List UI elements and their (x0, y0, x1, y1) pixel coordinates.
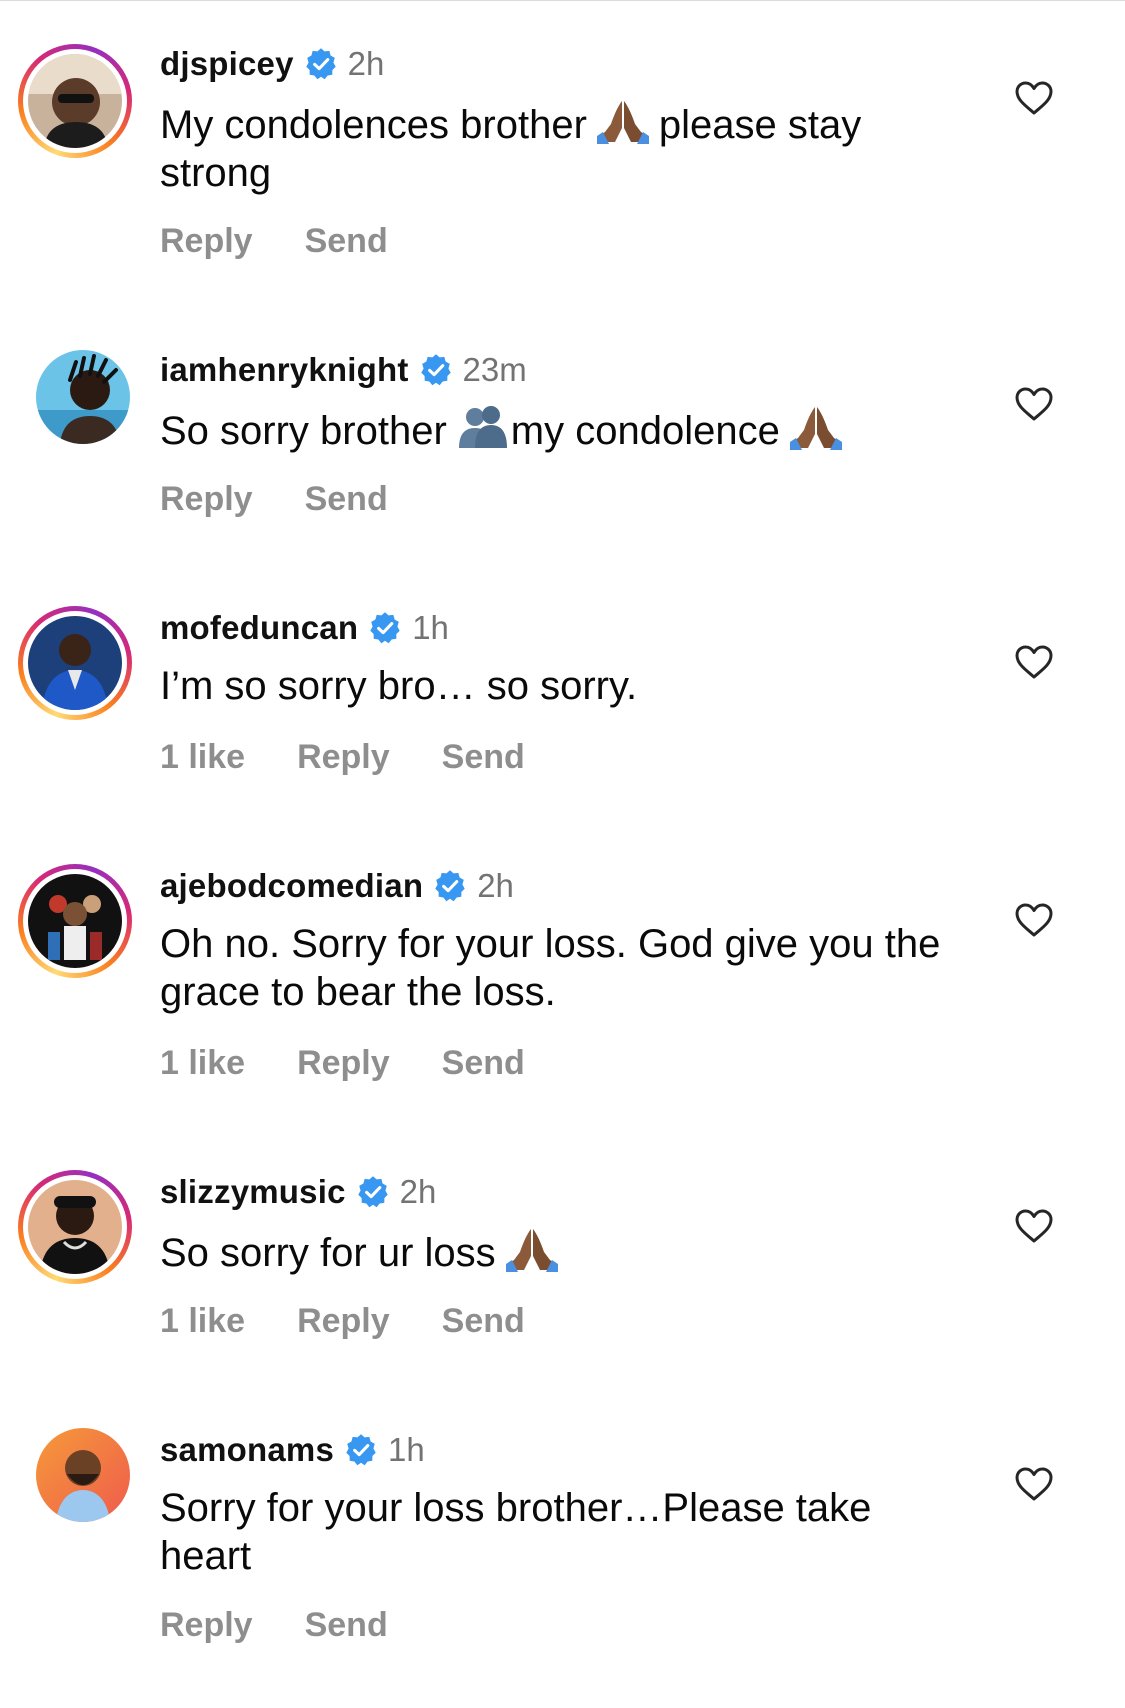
comment-actions: 1 like Reply Send (160, 1044, 525, 1083)
heart-outline-icon[interactable] (1014, 1466, 1054, 1502)
comment-header: ajebodcomedian 2h (160, 864, 514, 908)
timestamp: 23m (462, 351, 527, 388)
comment-header: djspicey 2h (160, 42, 384, 86)
reply-button[interactable]: Reply (160, 222, 253, 261)
comment-header: mofeduncan 1h (160, 606, 449, 650)
reply-button[interactable]: Reply (297, 738, 390, 777)
likes-count[interactable]: 1 like (160, 738, 245, 777)
avatar[interactable] (36, 1428, 130, 1522)
comment-text: I’m so sorry bro… so sorry. (160, 664, 638, 708)
heart-outline-icon[interactable] (1014, 80, 1054, 116)
comment-text: My condolences brother please stay strong (160, 98, 960, 197)
comment-header: slizzymusic 2h (160, 1170, 436, 1214)
comment-actions: 1 like Reply Send (160, 738, 525, 777)
timestamp: 1h (412, 609, 449, 646)
avatar-story-ring[interactable] (18, 1170, 132, 1284)
avatar-frame[interactable] (18, 1410, 132, 1524)
likes-count[interactable]: 1 like (160, 1044, 245, 1083)
avatar[interactable] (28, 54, 122, 148)
username[interactable]: djspicey (160, 45, 294, 83)
avatar-story-ring[interactable] (18, 44, 132, 158)
comment-header: samonams 1h (160, 1428, 425, 1472)
verified-badge-icon (304, 47, 338, 81)
heart-outline-icon[interactable] (1014, 902, 1054, 938)
verified-badge-icon (368, 611, 402, 645)
avatar-frame[interactable] (18, 332, 132, 446)
send-button[interactable]: Send (305, 222, 388, 261)
avatar[interactable] (36, 350, 130, 444)
folded-hands-emoji (504, 1226, 560, 1272)
verified-badge-icon (356, 1175, 390, 1209)
username[interactable]: ajebodcomedian (160, 867, 423, 905)
likes-count[interactable]: 1 like (160, 1302, 245, 1341)
comment-text: So sorry for ur loss (160, 1226, 960, 1277)
avatar[interactable] (28, 874, 122, 968)
username[interactable]: mofeduncan (160, 609, 358, 647)
avatar-story-ring[interactable] (18, 864, 132, 978)
verified-badge-icon (433, 869, 467, 903)
timestamp: 2h (477, 867, 514, 904)
timestamp: 2h (347, 45, 385, 82)
send-button[interactable]: Send (442, 738, 525, 777)
comment-actions: Reply Send (160, 1606, 388, 1645)
reply-button[interactable]: Reply (297, 1302, 390, 1341)
send-button[interactable]: Send (442, 1044, 525, 1083)
people-hugging-emoji (455, 404, 511, 450)
reply-button[interactable]: Reply (297, 1044, 390, 1083)
folded-hands-emoji (595, 98, 651, 144)
comment-text: So sorry brother my condolence (160, 404, 960, 455)
timestamp: 1h (388, 1431, 425, 1468)
timestamp: 2h (399, 1173, 437, 1210)
reply-button[interactable]: Reply (160, 480, 253, 519)
comment-text: Sorry for your loss brother…Please take … (160, 1486, 872, 1578)
username[interactable]: samonams (160, 1431, 334, 1469)
heart-outline-icon[interactable] (1014, 386, 1054, 422)
comment-actions: Reply Send (160, 480, 388, 519)
comment-actions: Reply Send (160, 222, 388, 261)
comment-text: Oh no. Sorry for your loss. God give you… (160, 922, 941, 1014)
comment-actions: 1 like Reply Send (160, 1302, 525, 1341)
folded-hands-emoji (788, 404, 844, 450)
heart-outline-icon[interactable] (1014, 644, 1054, 680)
send-button[interactable]: Send (305, 1606, 388, 1645)
verified-badge-icon (344, 1433, 378, 1467)
username[interactable]: slizzymusic (160, 1173, 346, 1211)
send-button[interactable]: Send (442, 1302, 525, 1341)
comment-header: iamhenryknight 23m (160, 348, 527, 392)
verified-badge-icon (419, 353, 453, 387)
top-divider (0, 0, 1125, 1)
reply-button[interactable]: Reply (160, 1606, 253, 1645)
send-button[interactable]: Send (305, 480, 388, 519)
username[interactable]: iamhenryknight (160, 351, 409, 389)
avatar[interactable] (28, 616, 122, 710)
heart-outline-icon[interactable] (1014, 1208, 1054, 1244)
avatar[interactable] (28, 1180, 122, 1274)
avatar-story-ring[interactable] (18, 606, 132, 720)
